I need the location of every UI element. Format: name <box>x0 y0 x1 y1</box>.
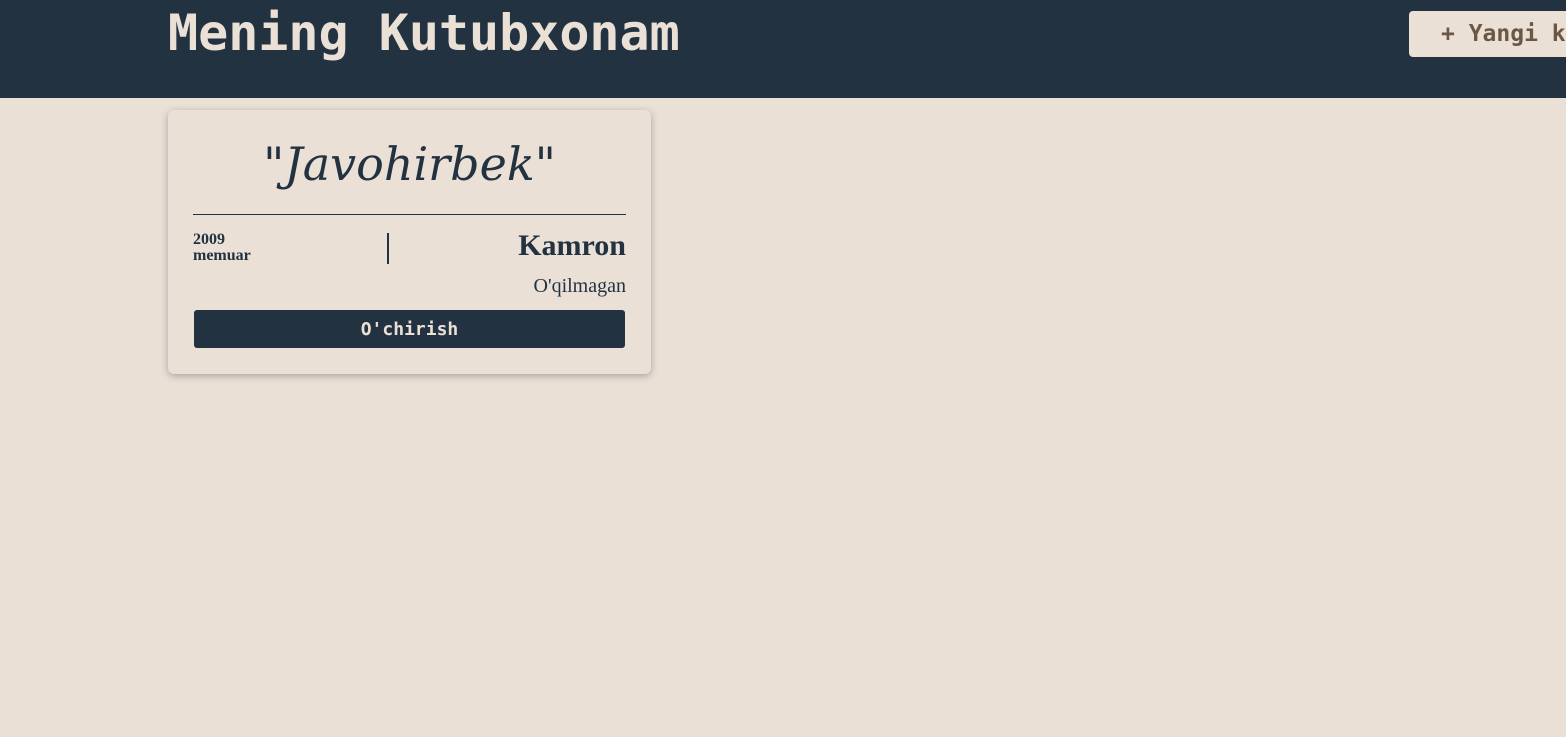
book-title: "Javohirbek" <box>263 137 556 191</box>
meta-separator <box>387 233 389 264</box>
delete-book-button[interactable]: O'chirish <box>194 310 625 348</box>
book-card: "Javohirbek" 2009 memuar Kamron O'qilmag… <box>168 110 651 374</box>
read-status: O'qilmagan <box>533 275 626 297</box>
book-year: 2009 <box>193 231 225 248</box>
book-author: Kamron <box>518 229 626 262</box>
book-meta: 2009 memuar <box>193 232 251 264</box>
site-title: Mening Kutubxonam <box>168 4 680 62</box>
card-divider <box>193 214 626 215</box>
app-header: Mening Kutubxonam + Yangi kitob <box>0 0 1566 98</box>
add-book-button[interactable]: + Yangi kitob <box>1409 11 1566 57</box>
book-genre: memuar <box>193 247 251 264</box>
